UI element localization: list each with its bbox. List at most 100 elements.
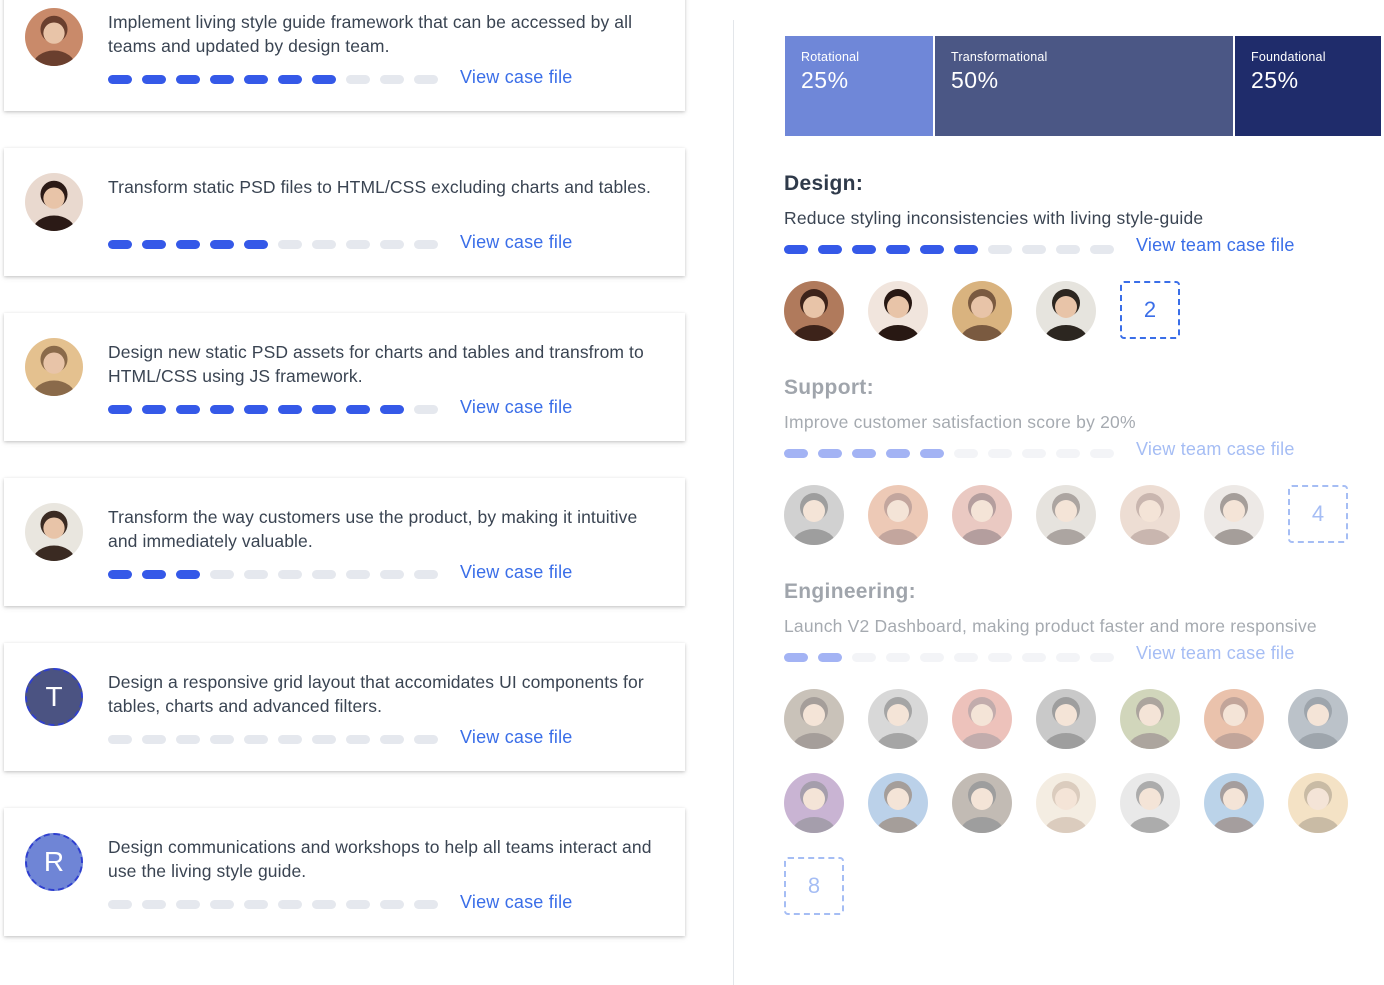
progress-step <box>312 735 336 744</box>
progress-step <box>1056 653 1080 662</box>
member-avatar[interactable] <box>868 689 928 749</box>
progress-step <box>852 653 876 662</box>
progress-step <box>210 570 234 579</box>
team-goal: Reduce styling inconsistencies with livi… <box>784 208 1204 228</box>
member-avatar[interactable] <box>1120 773 1180 833</box>
progress-step <box>312 75 336 84</box>
progress-step <box>278 240 302 249</box>
progress-step <box>142 735 166 744</box>
member-avatar[interactable] <box>1036 689 1096 749</box>
more-members-button[interactable]: 4 <box>1288 485 1348 543</box>
progress-step <box>414 735 438 744</box>
progress-step <box>142 570 166 579</box>
progress-step <box>108 240 132 249</box>
task-card: T Design a responsive grid layout that ac… <box>4 643 685 771</box>
member-avatar[interactable] <box>784 773 844 833</box>
member-avatar[interactable] <box>952 773 1012 833</box>
member-avatar[interactable] <box>1204 485 1264 545</box>
task-description: Transform static PSD files to HTML/CSS e… <box>108 177 651 197</box>
progress-step <box>784 245 808 254</box>
progress-step <box>380 75 404 84</box>
team-progress-row: View team case file <box>784 643 1384 671</box>
progress-step <box>852 449 876 458</box>
task-description: Transform the way customers use the prod… <box>108 507 638 551</box>
progress-step <box>380 900 404 909</box>
member-avatar[interactable] <box>1120 485 1180 545</box>
team-title: Engineering: <box>784 580 916 603</box>
view-case-file-link[interactable]: View case file <box>460 892 573 913</box>
progress-bar <box>108 570 438 579</box>
allocation-label: Transformational <box>951 50 1048 64</box>
avatar: T <box>25 668 83 726</box>
task-card: Design new static PSD assets for charts … <box>4 313 685 441</box>
progress-step <box>784 653 808 662</box>
more-members-button[interactable]: 2 <box>1120 281 1180 339</box>
progress-bar <box>108 405 438 414</box>
allocation-segment: Foundational 25% <box>1233 36 1381 136</box>
progress-step <box>380 240 404 249</box>
team-progress-row: View team case file <box>784 235 1384 263</box>
member-avatar[interactable] <box>952 689 1012 749</box>
progress-step <box>142 75 166 84</box>
member-avatar[interactable] <box>952 485 1012 545</box>
team-section: Design: Reduce styling inconsistencies wi… <box>784 172 1384 341</box>
member-avatar[interactable] <box>1204 689 1264 749</box>
progress-step <box>108 405 132 414</box>
task-card: Implement living style guide framework t… <box>4 0 685 111</box>
member-avatar[interactable] <box>784 281 844 341</box>
progress-step <box>244 240 268 249</box>
progress-step <box>886 245 910 254</box>
progress-step <box>346 570 370 579</box>
progress-step <box>954 449 978 458</box>
allocation-segment: Transformational 50% <box>933 36 1233 136</box>
member-avatar[interactable] <box>784 485 844 545</box>
view-case-file-link[interactable]: View case file <box>460 232 573 253</box>
member-avatar[interactable] <box>1120 689 1180 749</box>
view-team-case-file-link[interactable]: View team case file <box>1136 235 1295 256</box>
member-avatar[interactable] <box>1036 281 1096 341</box>
progress-step <box>1056 449 1080 458</box>
progress-step <box>954 245 978 254</box>
view-team-case-file-link[interactable]: View team case file <box>1136 643 1295 664</box>
member-avatar[interactable] <box>1036 485 1096 545</box>
progress-step <box>414 240 438 249</box>
progress-step <box>988 449 1012 458</box>
progress-step <box>176 900 200 909</box>
member-avatar[interactable] <box>868 773 928 833</box>
allocation-bar: Rotational 25% Transformational 50% Foundati… <box>785 36 1381 136</box>
member-avatar[interactable] <box>1204 773 1264 833</box>
team-section: Support: Improve customer satisfaction sc… <box>784 376 1384 545</box>
view-case-file-link[interactable]: View case file <box>460 727 573 748</box>
more-members-button[interactable]: 8 <box>784 857 844 915</box>
progress-step <box>278 900 302 909</box>
avatar <box>25 8 83 66</box>
progress-step <box>244 75 268 84</box>
progress-step <box>414 405 438 414</box>
member-avatar[interactable] <box>1288 773 1348 833</box>
progress-step <box>210 405 234 414</box>
member-avatar[interactable] <box>1036 773 1096 833</box>
view-case-file-link[interactable]: View case file <box>460 397 573 418</box>
view-team-case-file-link[interactable]: View team case file <box>1136 439 1295 460</box>
member-avatar[interactable] <box>868 485 928 545</box>
task-description: Implement living style guide framework t… <box>108 12 633 56</box>
progress-step <box>414 75 438 84</box>
progress-step <box>278 405 302 414</box>
progress-step <box>1090 245 1114 254</box>
member-avatar[interactable] <box>1288 689 1348 749</box>
allocation-segment: Rotational 25% <box>785 36 933 136</box>
progress-step <box>312 240 336 249</box>
member-avatar[interactable] <box>952 281 1012 341</box>
view-case-file-link[interactable]: View case file <box>460 562 573 583</box>
task-card: Transform the way customers use the prod… <box>4 478 685 606</box>
allocation-percent: 25% <box>1251 67 1299 93</box>
member-avatar[interactable] <box>868 281 928 341</box>
progress-step <box>244 735 268 744</box>
progress-step <box>312 405 336 414</box>
progress-step <box>278 570 302 579</box>
progress-bar <box>784 449 1114 458</box>
member-avatar[interactable] <box>784 689 844 749</box>
progress-step <box>380 405 404 414</box>
progress-bar <box>784 653 1114 662</box>
view-case-file-link[interactable]: View case file <box>460 67 573 88</box>
